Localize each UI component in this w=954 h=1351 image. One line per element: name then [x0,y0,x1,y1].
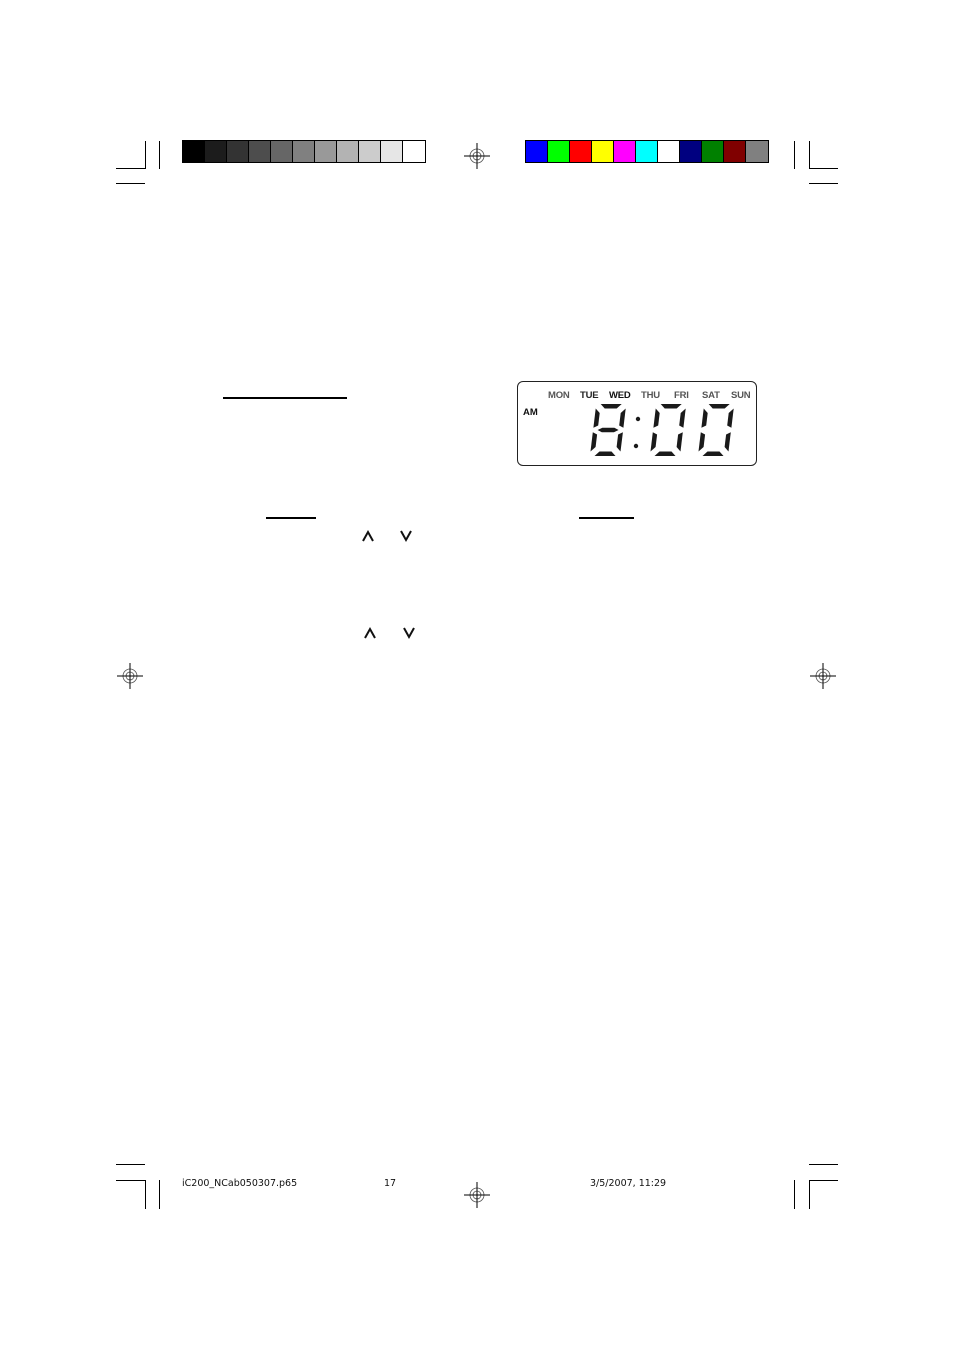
crop-mark-bottom-right-v1 [794,1180,795,1209]
day-label-mon: MON [548,390,570,401]
segment-a [708,404,730,409]
grayscale-swatch [293,141,315,162]
hour-digit [590,404,626,456]
crop-mark-top-left-v1 [145,141,146,169]
grayscale-swatch [337,141,359,162]
day-label-sat: SAT [702,390,720,401]
color-swatch [614,141,636,162]
segment-a [600,404,622,409]
footer-filename: iC200_NCab050307.p65 [182,1178,298,1189]
segment-d [702,451,724,456]
segment-b [679,408,686,428]
down-arrow-icon [400,530,412,543]
color-swatch [658,141,680,162]
segment-a [660,404,682,409]
subheading-underline-left [266,517,316,519]
registration-mark-bottom-icon [464,1182,490,1208]
segment-b [619,408,626,428]
registration-mark-top-icon [464,143,490,169]
seven-segment-time [590,404,734,456]
grayscale-swatch [227,141,249,162]
lcd-clock-display: MON TUE WED THU FRI SAT SUN AM [517,381,757,466]
crop-mark-top-left-h1 [116,168,145,169]
crop-mark-bottom-right-h1 [809,1164,838,1165]
crop-mark-bottom-left-h1 [116,1164,145,1165]
registration-mark-left-icon [117,663,143,689]
grayscale-swatch [403,141,425,162]
grayscale-swatch [271,141,293,162]
footer-page-number: 17 [384,1178,397,1189]
minute-tens-digit [650,404,686,456]
segment-f [653,408,660,428]
day-label-fri: FRI [674,390,689,401]
grayscale-swatch [381,141,403,162]
crop-mark-bottom-left-h2 [116,1180,145,1181]
grayscale-swatch [205,141,227,162]
segment-b [727,408,734,428]
day-label-sun: SUN [731,390,751,401]
minute-ones-digit [698,404,734,456]
segment-c [724,432,731,452]
segment-f [593,408,600,428]
day-label-thu: THU [641,390,660,401]
up-arrow-icon [362,529,374,542]
color-swatch [680,141,702,162]
color-swatch [526,141,548,162]
crop-mark-top-left-h2 [116,183,145,184]
segment-g [597,427,619,433]
footer-datetime: 3/5/2007, 11:29 [590,1178,667,1189]
color-swatch [724,141,746,162]
cmyk-color-bar [525,140,769,163]
registration-mark-right-icon [810,663,836,689]
color-swatch [592,141,614,162]
subheading-underline-right [579,517,634,519]
segment-d [654,451,676,456]
up-arrow-icon [364,626,376,639]
crop-mark-top-right-v2 [809,141,810,169]
color-swatch [746,141,768,162]
crop-mark-bottom-left-v2 [159,1180,160,1209]
colon-dot [633,443,639,449]
segment-c [616,432,623,452]
day-label-tue: TUE [580,390,599,401]
segment-f [701,408,708,428]
section-heading-underline [223,397,347,399]
color-swatch [548,141,570,162]
crop-mark-top-left-v2 [159,141,160,169]
segment-e [590,432,598,452]
colon-dot [635,416,641,422]
crop-mark-top-right-h1 [809,168,838,169]
color-swatch [636,141,658,162]
color-swatch [702,141,724,162]
segment-e [650,432,658,452]
color-swatch [570,141,592,162]
crop-mark-bottom-left-v1 [145,1180,146,1209]
crop-mark-bottom-right-v2 [809,1180,810,1209]
segment-e [698,432,706,452]
segment-d [594,451,616,456]
grayscale-color-bar [182,140,426,163]
grayscale-swatch [315,141,337,162]
crop-mark-top-right-v1 [794,141,795,169]
crop-mark-top-right-h2 [809,183,838,184]
crop-mark-bottom-right-h2 [809,1180,838,1181]
down-arrow-icon [403,627,415,640]
day-label-wed: WED [609,390,631,401]
grayscale-swatch [359,141,381,162]
segment-c [676,432,683,452]
grayscale-swatch [249,141,271,162]
am-pm-indicator: AM [523,407,538,418]
grayscale-swatch [183,141,205,162]
